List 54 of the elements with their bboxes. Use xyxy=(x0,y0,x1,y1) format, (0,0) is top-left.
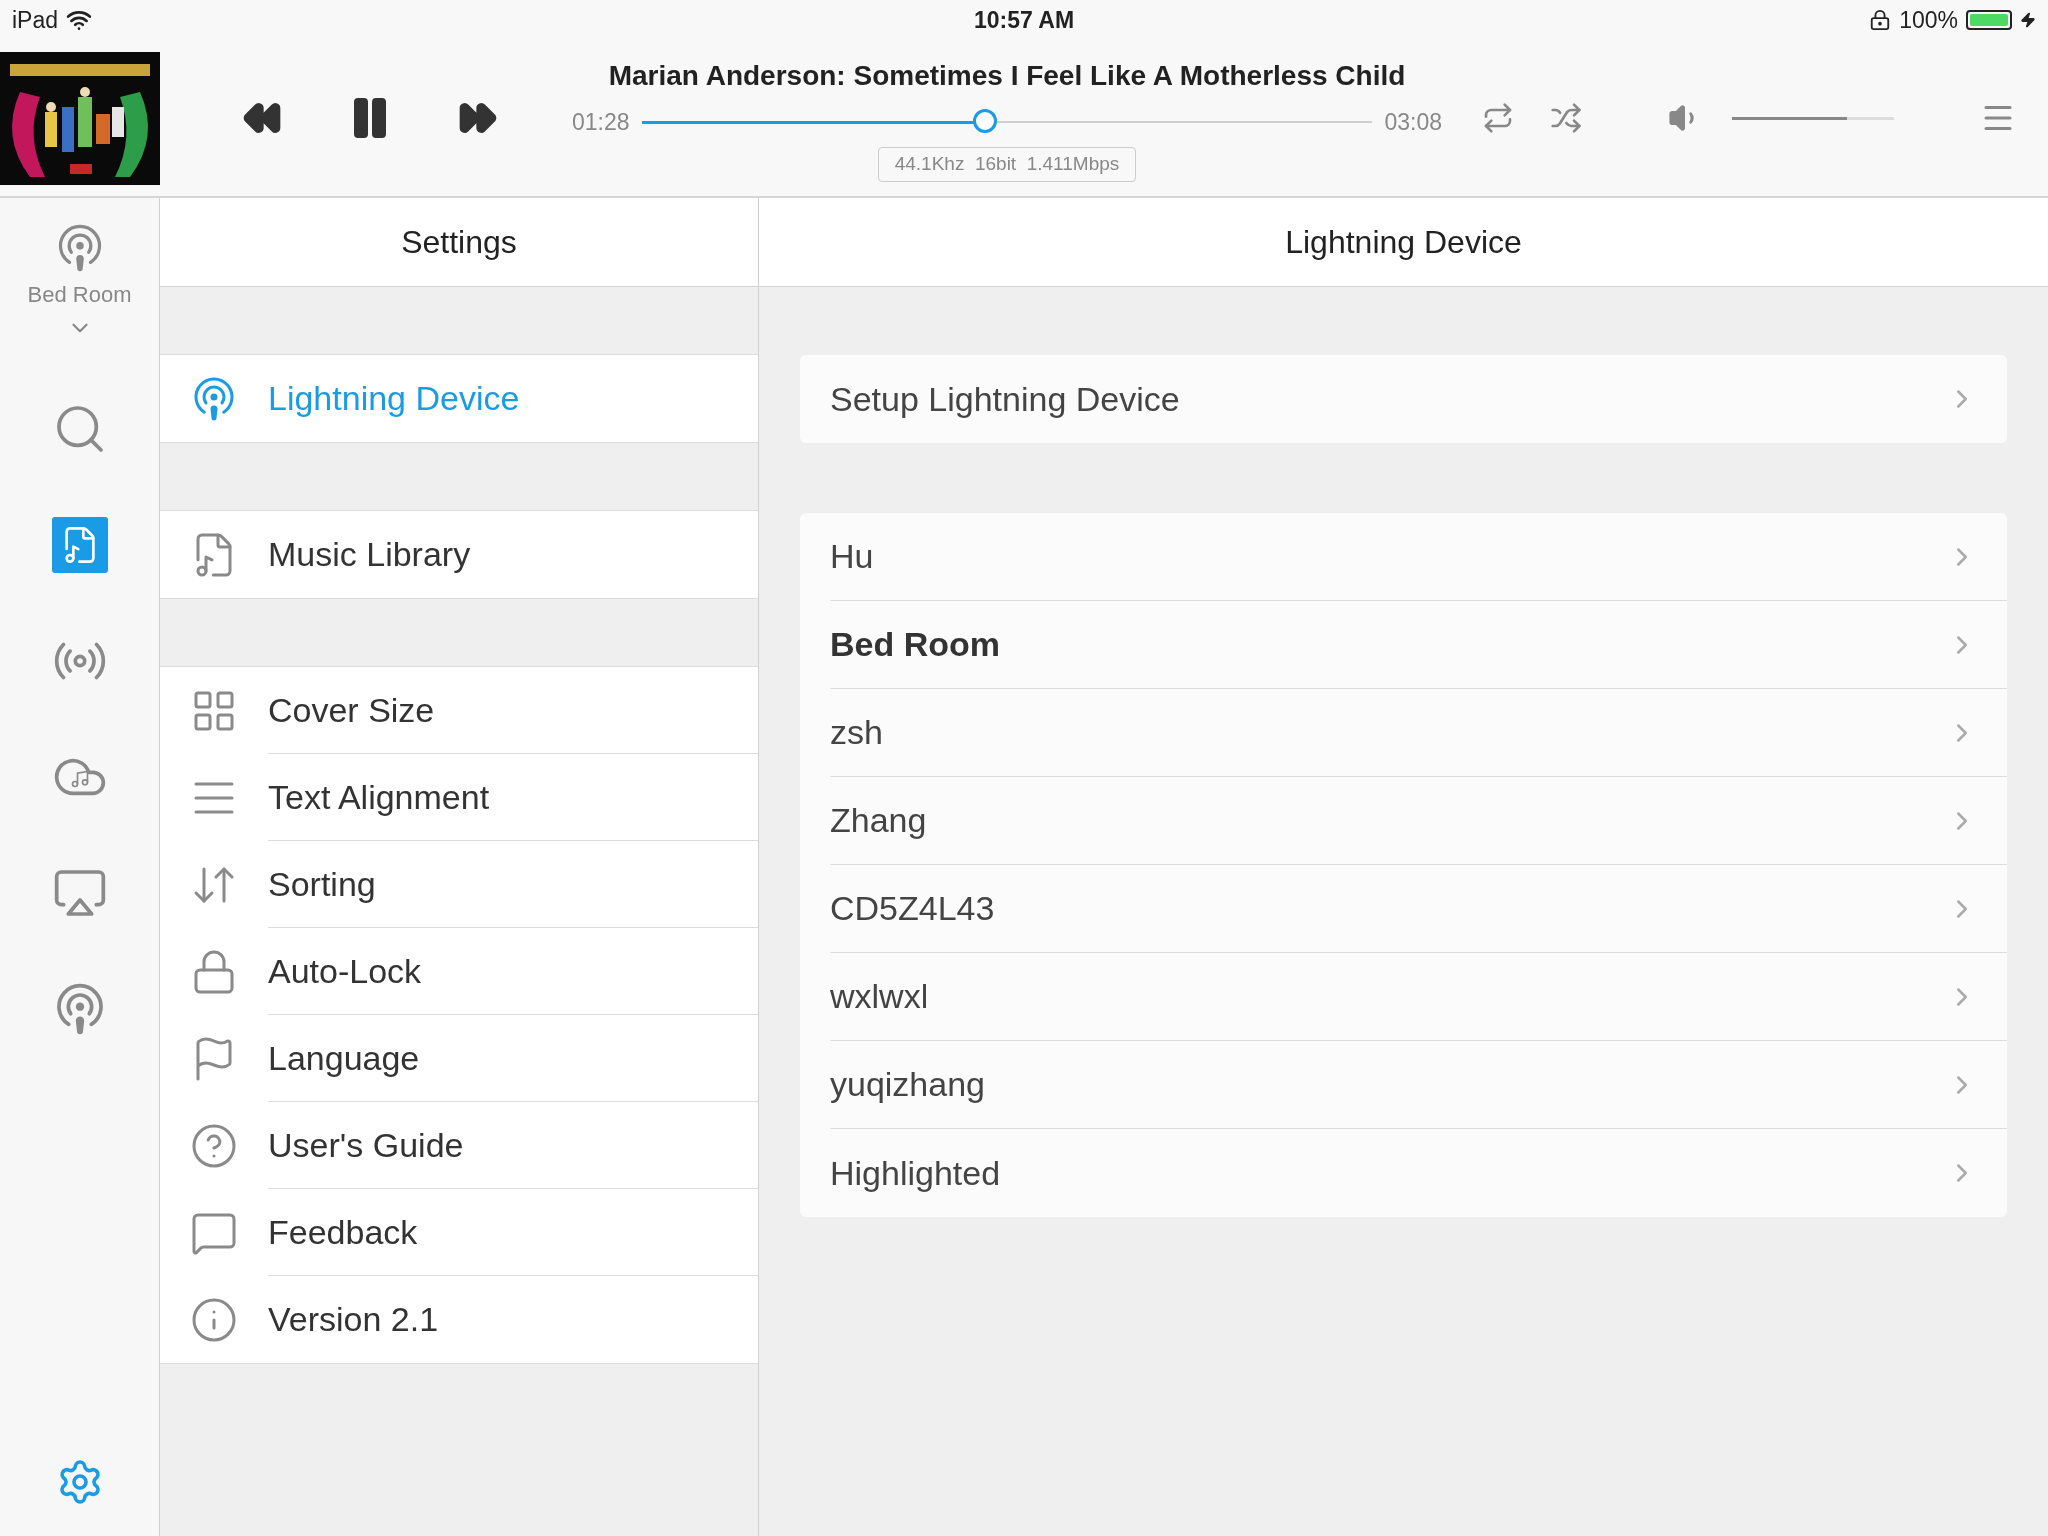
duration: 03:08 xyxy=(1384,107,1442,137)
device-name: CD5Z4L43 xyxy=(830,888,995,929)
device-row[interactable]: Hu xyxy=(830,513,2007,601)
audio-format: 44.1Khz 16bit 1.411Mbps xyxy=(877,147,1137,182)
settings-row[interactable]: Cover Size xyxy=(160,667,758,754)
elapsed-time: 01:28 xyxy=(572,107,630,137)
settings-row[interactable]: Sorting xyxy=(160,841,758,928)
device-name: zsh xyxy=(830,712,883,753)
settings-row[interactable]: Text Alignment xyxy=(160,754,758,841)
settings-row[interactable]: User's Guide xyxy=(160,1102,758,1189)
settings-label: Cover Size xyxy=(268,689,435,731)
panel-title: Lightning Device xyxy=(1285,223,1522,262)
device-row[interactable]: CD5Z4L43 xyxy=(830,865,2007,953)
device-name: Highlighted xyxy=(830,1152,1001,1194)
settings-label: Language xyxy=(268,1037,420,1079)
progress-handle[interactable] xyxy=(973,108,998,133)
settings-label: Text Alignment xyxy=(268,776,490,818)
settings-label: User's Guide xyxy=(268,1124,464,1166)
settings-label: Feedback xyxy=(268,1211,418,1253)
device-row[interactable]: wxlwxl xyxy=(830,953,2007,1041)
settings-label: Sorting xyxy=(268,863,376,905)
settings-row[interactable]: Auto-Lock xyxy=(160,928,758,1015)
device-row[interactable]: Bed Room xyxy=(830,601,2007,689)
settings-label: Lightning Device xyxy=(268,378,520,419)
settings-label: Music Library xyxy=(268,534,471,575)
device-name: Zhang xyxy=(830,800,927,841)
settings-label: Version 2.1 xyxy=(268,1299,439,1340)
device-row[interactable]: yuqizhang xyxy=(830,1041,2007,1129)
rotation-lock-icon xyxy=(1869,9,1892,31)
shuffle-button[interactable] xyxy=(1550,102,1582,134)
settings-label: Auto-Lock xyxy=(268,950,422,992)
device-row[interactable]: zsh xyxy=(830,689,2007,777)
device-row[interactable]: Highlighted xyxy=(830,1129,2007,1217)
battery-icon xyxy=(1966,10,2012,30)
device-row[interactable]: Zhang xyxy=(830,777,2007,865)
battery-percent: 100% xyxy=(1899,5,1958,35)
device-name: Bed Room xyxy=(830,624,1000,665)
settings-row[interactable]: Version 2.1 xyxy=(160,1276,758,1363)
setup-row[interactable]: Setup Lightning Device xyxy=(800,355,2007,443)
device-name: wxlwxl xyxy=(830,976,929,1017)
settings-row[interactable]: Feedback xyxy=(160,1189,758,1276)
track-title: Marian Anderson: Sometimes I Feel Like A Motherless Child xyxy=(608,58,1406,93)
charging-icon xyxy=(2020,10,2036,30)
device-name: Hu xyxy=(830,536,874,577)
music-library-icon[interactable] xyxy=(51,517,108,573)
repeat-button[interactable] xyxy=(1482,102,1514,134)
settings-row[interactable]: Music Library xyxy=(160,511,758,598)
settings-row[interactable]: Language xyxy=(160,1015,758,1102)
device-name: iPad xyxy=(12,5,59,35)
panel-title: Settings xyxy=(401,223,517,262)
clock: 10:57 AM xyxy=(973,5,1075,35)
device-name: yuqizhang xyxy=(830,1064,985,1105)
setup-label: Setup Lightning Device xyxy=(830,378,1180,420)
volume-fill[interactable] xyxy=(1732,116,1847,120)
